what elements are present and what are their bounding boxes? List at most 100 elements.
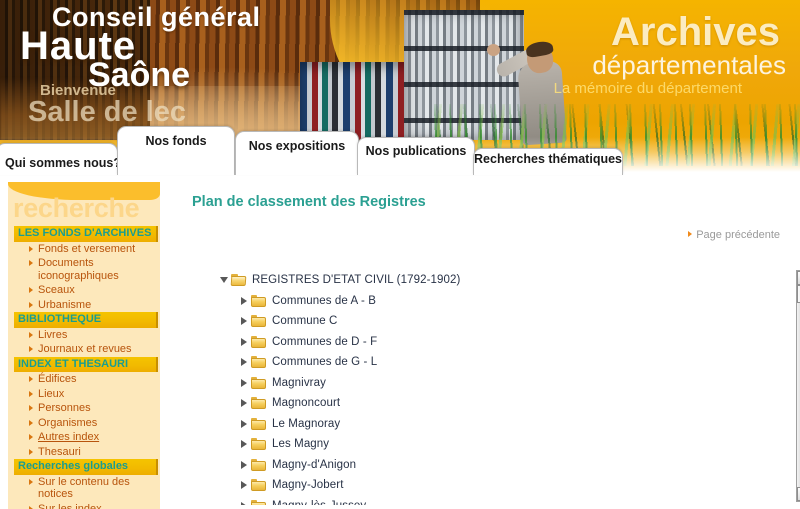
- sidebar-item[interactable]: Lieux: [29, 387, 156, 402]
- tree-node[interactable]: Magnivray: [218, 373, 738, 394]
- twisty-glyph: [240, 337, 247, 346]
- sidebar-item-label: Livres: [38, 328, 68, 341]
- triangle-right-icon[interactable]: [238, 399, 249, 408]
- folder-body: [251, 296, 266, 307]
- tab-label: Nos fonds: [145, 134, 207, 148]
- triangle-right-icon[interactable]: [238, 296, 249, 305]
- tab-nos-publications[interactable]: Nos publications: [357, 137, 475, 175]
- twisty-glyph: [240, 419, 247, 428]
- triangle-right-icon: [29, 434, 33, 440]
- triangle-right-icon[interactable]: [238, 460, 249, 469]
- main-content: Plan de classement des Registres Page pr…: [170, 182, 800, 509]
- sidebar-item-label: Documents iconographiques: [38, 257, 119, 282]
- sidebar-item-label: Thesauri: [38, 445, 81, 458]
- triangle-right-icon[interactable]: [238, 358, 249, 367]
- classification-tree: REGISTRES D'ETAT CIVIL (1792-1902) Commun…: [218, 270, 738, 505]
- triangle-right-icon: [29, 346, 33, 352]
- tree-scrollbar[interactable]: [796, 270, 800, 502]
- sidebar-item[interactable]: Fonds et versement: [29, 242, 156, 257]
- triangle-down-icon[interactable]: [218, 277, 229, 284]
- triangle-right-icon: [29, 448, 33, 455]
- sidebar-item[interactable]: Organismes: [29, 416, 156, 431]
- sidebar-item[interactable]: Sur les index: [29, 502, 156, 509]
- sidebar-item[interactable]: Urbanisme: [29, 298, 156, 313]
- sidebar-item[interactable]: Documents iconographiques: [29, 256, 156, 283]
- triangle-right-icon[interactable]: [238, 337, 249, 346]
- sidebar-item-label: Édifices: [38, 373, 77, 385]
- tab-nos-expositions[interactable]: Nos expositions: [235, 131, 359, 175]
- sidebar-item-label: Organismes: [38, 416, 98, 429]
- folder-icon: [251, 499, 266, 505]
- triangle-right-icon[interactable]: [238, 501, 249, 505]
- twisty-glyph: [240, 399, 247, 408]
- tree-node[interactable]: Communes de D - F: [218, 332, 738, 353]
- sidebar-item[interactable]: Autres index: [29, 430, 156, 445]
- sidebar-item-label: Sceaux: [38, 284, 75, 296]
- sidebar-item-label: Autres index: [38, 431, 100, 443]
- page-root: Conseil général Haute Saône Bienvenue Sa…: [0, 0, 800, 509]
- tree-node-label: Communes de A - B: [272, 294, 376, 307]
- sidebar-item[interactable]: Journaux et revues: [29, 342, 156, 357]
- twisty-glyph: [240, 378, 247, 387]
- tree-node[interactable]: Communes de A - B: [218, 291, 738, 312]
- tree-node-label: Les Magny: [272, 438, 330, 451]
- tree-root-node[interactable]: REGISTRES D'ETAT CIVIL (1792-1902): [218, 270, 738, 291]
- sidebar-item[interactable]: Édifices: [29, 372, 156, 387]
- sidebar-item[interactable]: Thesauri: [29, 445, 156, 460]
- twisty-glyph: [240, 358, 247, 367]
- triangle-right-icon[interactable]: [238, 481, 249, 490]
- twisty-glyph: [240, 501, 247, 505]
- tree-node-label: Magny-d'Anigon: [272, 458, 357, 471]
- sidebar-item-label: Lieux: [38, 387, 65, 400]
- twisty-glyph: [240, 296, 247, 305]
- sidebar-item[interactable]: Livres: [29, 328, 156, 343]
- tree-node[interactable]: Communes de G - L: [218, 352, 738, 373]
- sidebar-section-header[interactable]: LES FONDS D'ARCHIVES: [14, 226, 158, 242]
- folder-body: [251, 501, 266, 505]
- sidebar-section-header[interactable]: Recherches globales: [14, 459, 158, 475]
- banner-departementales: départementales: [592, 50, 786, 80]
- folder-icon: [251, 458, 266, 471]
- folder-body: [251, 440, 266, 451]
- triangle-right-icon: [29, 331, 33, 338]
- triangle-right-icon[interactable]: [238, 440, 249, 449]
- triangle-right-icon[interactable]: [238, 317, 249, 326]
- folder-body: [251, 399, 266, 410]
- triangle-right-icon: [29, 478, 33, 485]
- folder-body: [230, 276, 247, 287]
- triangle-right-icon: [29, 376, 33, 382]
- tree-node-label: Communes de D - F: [272, 335, 378, 348]
- folder-body: [251, 460, 266, 471]
- sidebar: recherche LES FONDS D'ARCHIVES Fonds et v…: [8, 182, 160, 509]
- triangle-right-icon: [29, 390, 33, 397]
- tree-node[interactable]: Le Magnoray: [218, 414, 738, 435]
- twisty-glyph: [240, 481, 247, 490]
- sidebar-item[interactable]: Personnes: [29, 401, 156, 416]
- tree-node[interactable]: Les Magny: [218, 434, 738, 455]
- banner-salle-de-lecture: Salle de lec: [28, 96, 186, 128]
- folder-icon: [251, 356, 266, 369]
- tree-node[interactable]: Magny-lès-Jussey: [218, 496, 738, 505]
- tab-label: Recherches thématiques: [474, 152, 622, 166]
- sidebar-section-header[interactable]: INDEX ET THESAURI: [14, 356, 158, 372]
- tree-node[interactable]: Magnoncourt: [218, 393, 738, 414]
- previous-page-link[interactable]: Page précédente: [688, 229, 780, 241]
- twisty-glyph: [219, 277, 228, 284]
- tab-recherches-thematiques[interactable]: Recherches thématiques: [473, 148, 623, 175]
- tab-nos-fonds[interactable]: Nos fonds: [117, 126, 235, 175]
- banner-person-hand: [487, 44, 500, 56]
- triangle-right-icon[interactable]: [238, 378, 249, 387]
- tree-node[interactable]: Magny-d'Anigon: [218, 455, 738, 476]
- triangle-right-icon: [29, 260, 33, 266]
- sidebar-section-header[interactable]: BIBLIOTHEQUE: [14, 312, 158, 328]
- twisty-glyph: [240, 317, 247, 326]
- tree-node-label: Magnoncourt: [272, 397, 341, 410]
- sidebar-item[interactable]: Sur le contenu des notices: [29, 475, 156, 502]
- tree-node[interactable]: Magny-Jobert: [218, 475, 738, 496]
- tree-node[interactable]: Commune C: [218, 311, 738, 332]
- tab-qui-sommes-nous[interactable]: Qui sommes nous?: [0, 143, 121, 175]
- sidebar-item[interactable]: Sceaux: [29, 283, 156, 298]
- folder-icon: [251, 417, 266, 430]
- triangle-right-icon: [29, 505, 33, 509]
- triangle-right-icon[interactable]: [238, 419, 249, 428]
